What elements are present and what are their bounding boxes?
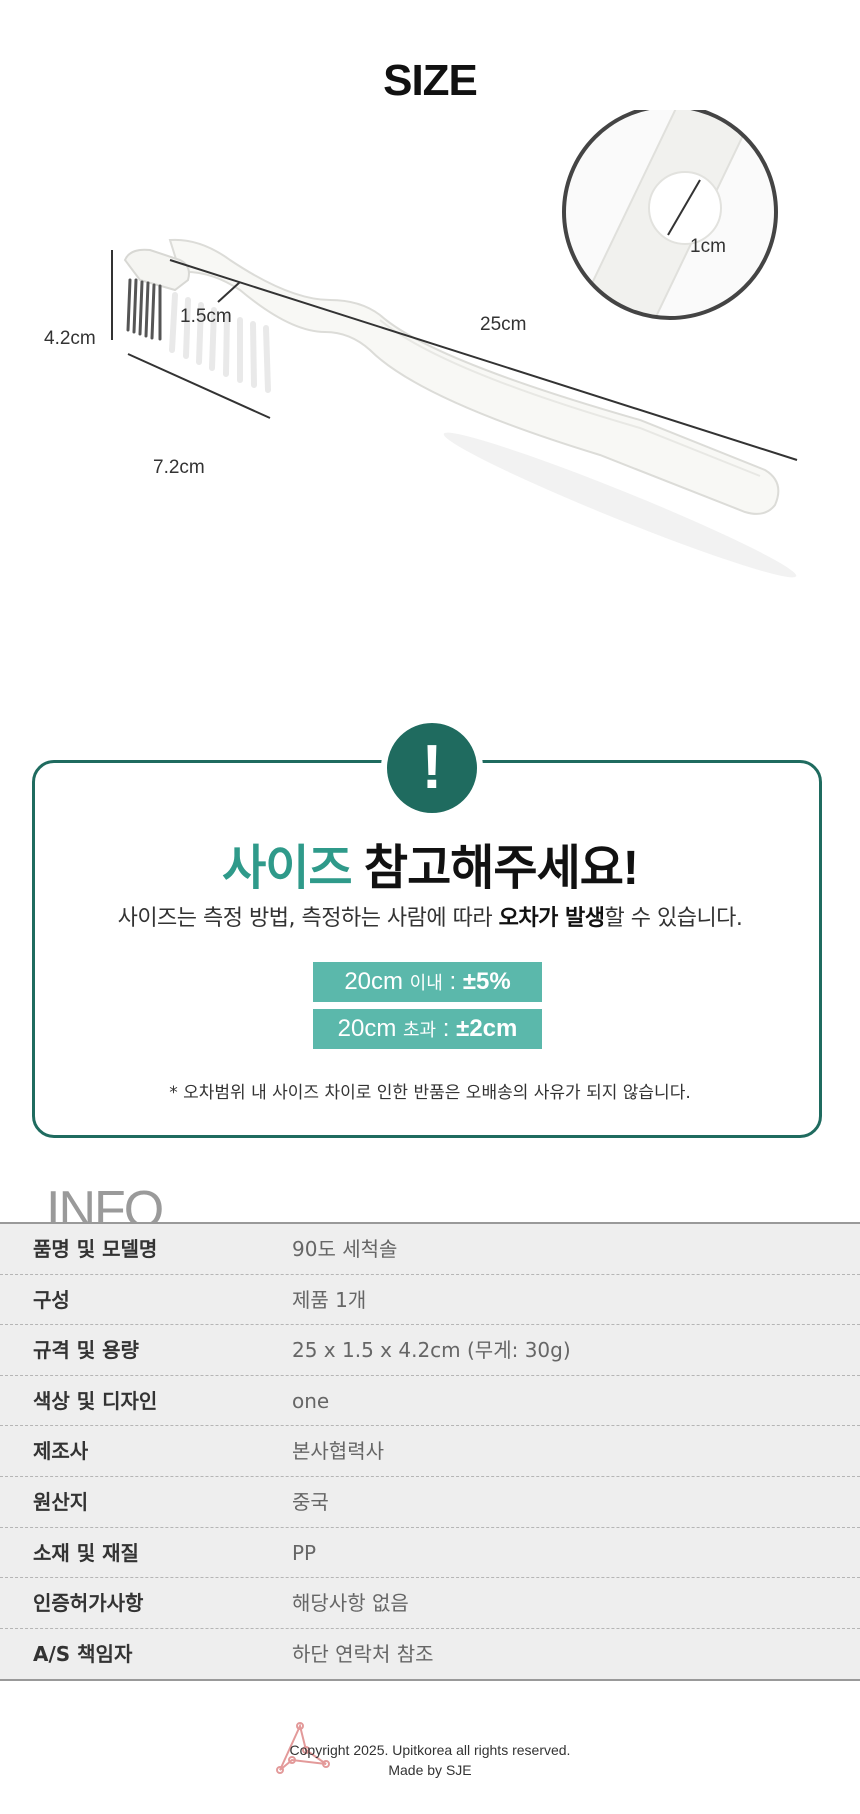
table-row: A/S 책임자 하단 연락처 참조 bbox=[0, 1629, 860, 1680]
tolerance-condition: 이내 bbox=[409, 973, 443, 993]
size-title: SIZE bbox=[383, 56, 478, 105]
notice-title-accent: 사이즈 bbox=[222, 842, 352, 895]
table-row: 색상 및 디자인 one bbox=[0, 1376, 860, 1427]
info-key: 소재 및 재질 bbox=[33, 1540, 139, 1565]
table-row: 소재 및 재질 PP bbox=[0, 1528, 860, 1579]
notice-title-rest: 참고해주세요! bbox=[351, 842, 639, 895]
table-row: 품명 및 모델명 90도 세척솔 bbox=[0, 1224, 860, 1275]
size-diagram: 25cm 4.2cm 7.2cm 1.5cm 1cm bbox=[0, 110, 860, 670]
info-key: 구성 bbox=[33, 1287, 70, 1312]
info-value: 본사협력사 bbox=[292, 1439, 384, 1464]
notice-desc-text-end: 할 수 있습니다. bbox=[604, 906, 743, 931]
info-value: one bbox=[292, 1388, 330, 1413]
info-key: A/S 책임자 bbox=[33, 1641, 133, 1666]
table-row: 규격 및 용량 25 x 1.5 x 4.2cm (무게: 30g) bbox=[0, 1325, 860, 1376]
info-key: 제조사 bbox=[33, 1439, 89, 1464]
tolerance-separator: : bbox=[436, 1015, 457, 1042]
tolerance-under-20cm: 20cm 이내 : ±5% bbox=[313, 962, 542, 1002]
info-value: 90도 세척솔 bbox=[292, 1237, 398, 1261]
tolerance-over-20cm: 20cm 초과 : ±2cm bbox=[313, 1009, 542, 1049]
table-row: 구성 제품 1개 bbox=[0, 1275, 860, 1326]
tolerance-value: ±5% bbox=[462, 968, 511, 995]
info-value: 중국 bbox=[292, 1489, 329, 1514]
notice-desc-text: 사이즈는 측정 방법, 측정하는 사람에 따라 bbox=[117, 906, 499, 931]
dimension-height-label: 4.2cm bbox=[44, 328, 96, 349]
footer: Copyright 2025. Upitkorea all rights res… bbox=[0, 1740, 860, 1780]
copyright-text: Copyright 2025. Upitkorea all rights res… bbox=[289, 1742, 571, 1758]
tolerance-size: 20cm bbox=[344, 968, 403, 995]
dimension-neck-label: 1.5cm bbox=[180, 306, 232, 327]
info-key: 색상 및 디자인 bbox=[33, 1388, 158, 1413]
notice-title: 사이즈 참고해주세요! bbox=[0, 828, 860, 898]
table-row: 제조사 본사협력사 bbox=[0, 1426, 860, 1477]
notice-footnote: * 오차범위 내 사이즈 차이로 인한 반품은 오배송의 사유가 되지 않습니다… bbox=[169, 1083, 691, 1103]
tolerance-value: ±2cm bbox=[456, 1015, 518, 1042]
info-value: 제품 1개 bbox=[292, 1287, 367, 1312]
dimension-hole-label: 1cm bbox=[690, 236, 726, 257]
table-row: 인증허가사항 해당사항 없음 bbox=[0, 1578, 860, 1629]
exclamation-icon: ! bbox=[381, 717, 483, 819]
made-by-text: Made by SJE bbox=[388, 1762, 472, 1778]
info-value: 하단 연락처 참조 bbox=[292, 1641, 434, 1666]
info-key: 인증허가사항 bbox=[33, 1591, 144, 1616]
tolerance-size: 20cm bbox=[337, 1015, 397, 1042]
tolerance-separator: : bbox=[442, 968, 463, 995]
info-table: 품명 및 모델명 90도 세척솔 구성 제품 1개 규격 및 용량 25 x 1.5 … bbox=[0, 1222, 860, 1682]
table-row: 원산지 중국 bbox=[0, 1477, 860, 1528]
info-key: 원산지 bbox=[33, 1489, 89, 1514]
notice-desc-emphasis: 오차가 발생 bbox=[498, 906, 605, 931]
notice-description: 사이즈는 측정 방법, 측정하는 사람에 따라 오차가 발생할 수 있습니다. bbox=[0, 900, 860, 932]
info-key: 품명 및 모델명 bbox=[33, 1237, 158, 1261]
dimension-width-label: 7.2cm bbox=[153, 457, 205, 478]
tolerance-condition: 초과 bbox=[403, 1020, 437, 1040]
info-value: 해당사항 없음 bbox=[292, 1591, 409, 1616]
info-key: 규격 및 용량 bbox=[33, 1338, 139, 1363]
exclamation-glyph: ! bbox=[421, 733, 443, 802]
info-value: PP bbox=[292, 1540, 317, 1565]
brush-illustration bbox=[111, 110, 798, 578]
info-value: 25 x 1.5 x 4.2cm (무게: 30g) bbox=[292, 1338, 571, 1363]
dimension-length-label: 25cm bbox=[480, 314, 527, 335]
